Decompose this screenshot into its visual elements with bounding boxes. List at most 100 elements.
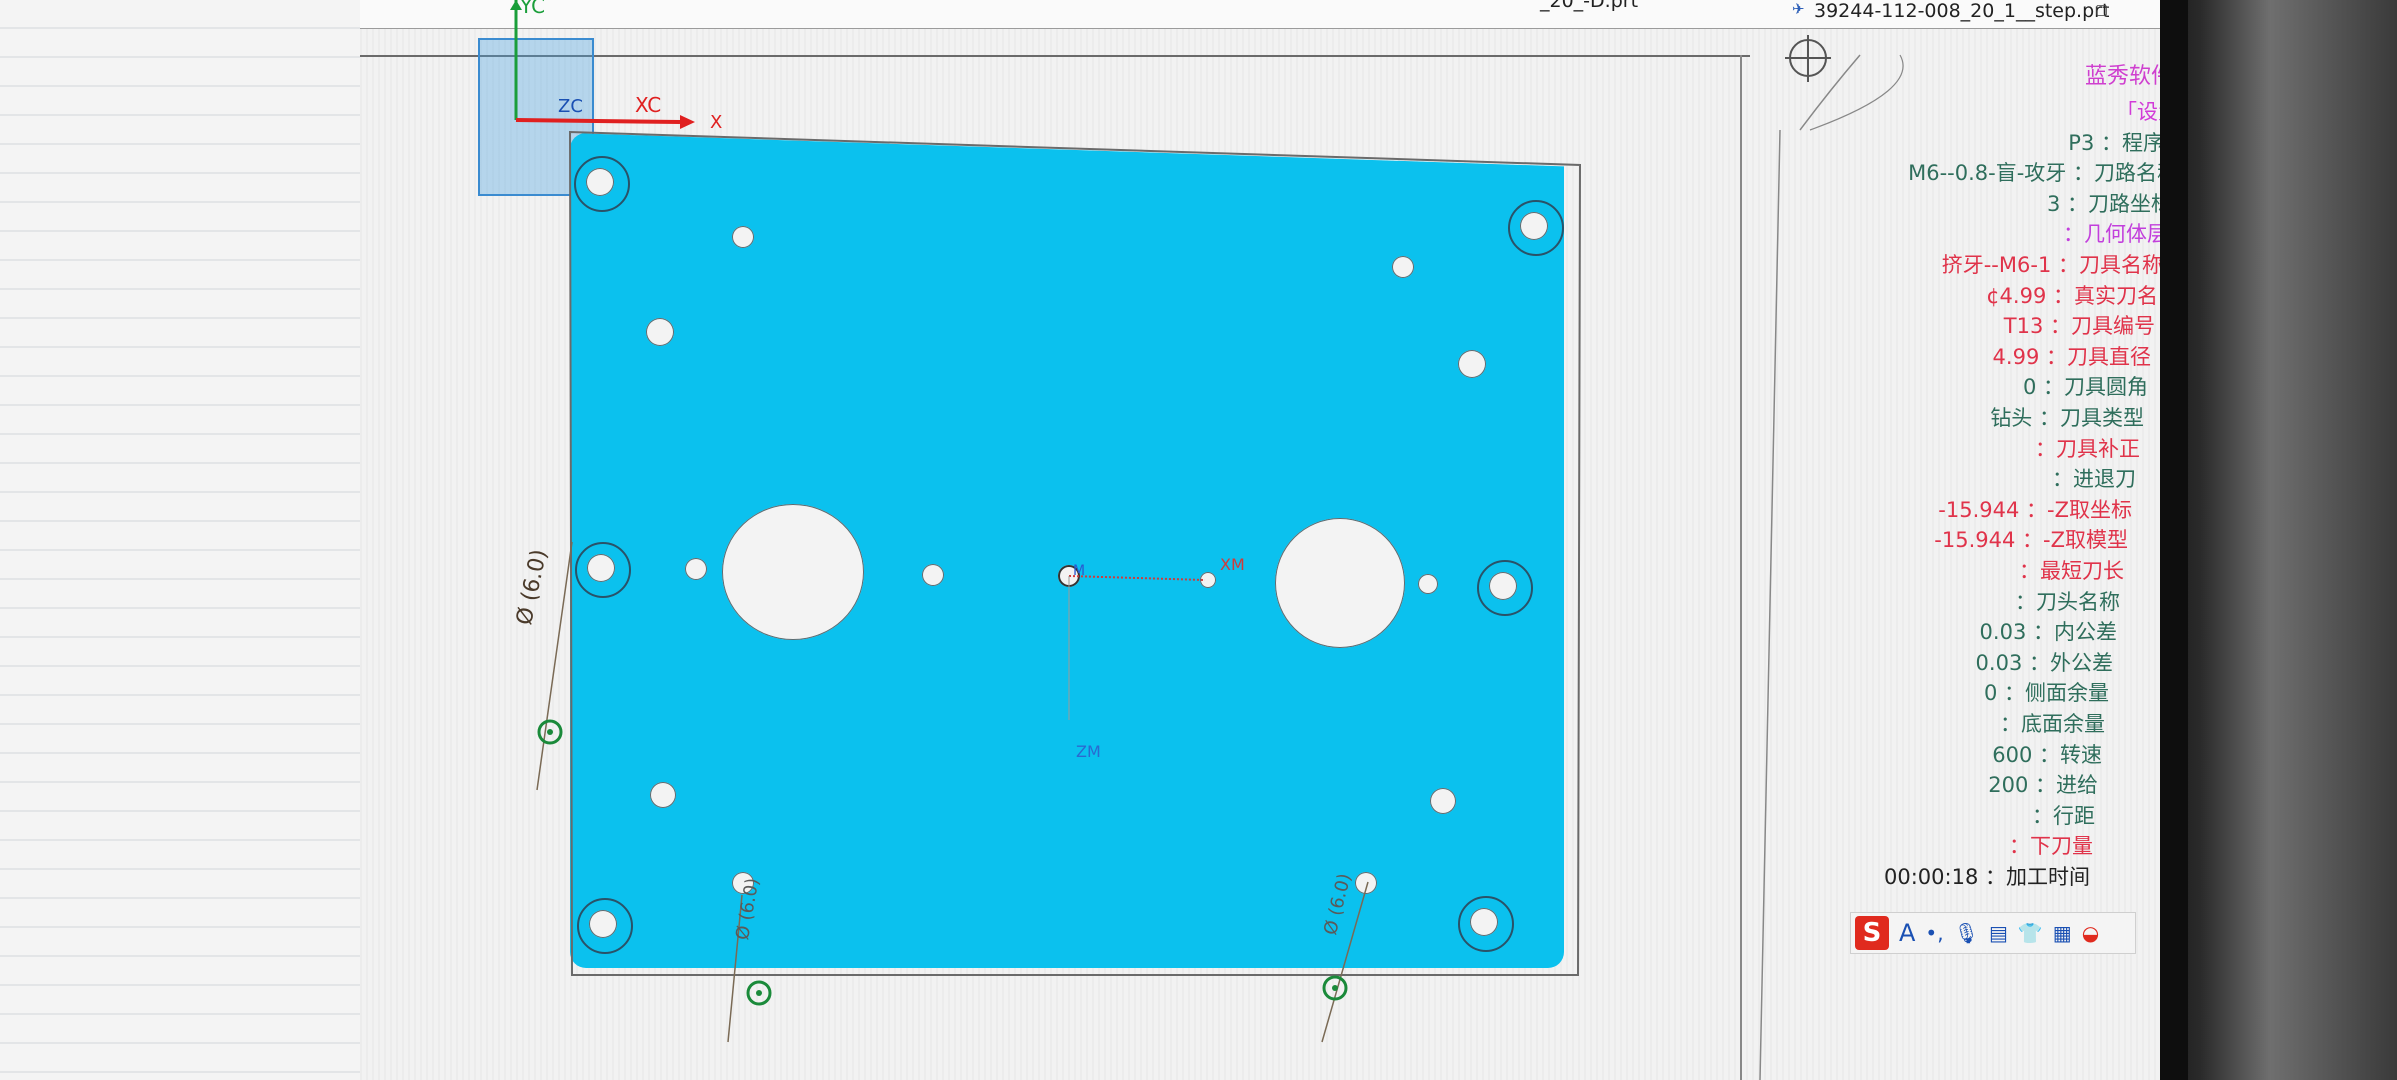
info-separator: ： [2026, 620, 2054, 645]
info-row: 0.03 ：外公差 [1976, 647, 2113, 677]
info-separator: ： [2063, 222, 2084, 247]
info-label: 下刀量 [2030, 834, 2093, 859]
info-separator: ： [2046, 283, 2074, 308]
skin-icon[interactable]: 👕 [2018, 921, 2043, 945]
info-label: 加工时间 [2006, 865, 2090, 889]
info-row: -15.944 ：-Z取模型 [1934, 524, 2128, 554]
info-value: T13 [2003, 314, 2044, 339]
info-row: ¢4.99 ：真实刀名 [1986, 280, 2158, 310]
info-label: 真实刀名 [2074, 283, 2158, 308]
ime-mode[interactable]: A [1899, 919, 1915, 947]
info-separator: ： [1978, 865, 2006, 889]
info-value: 0.03 [1979, 620, 2027, 645]
info-label: 转速 [2060, 742, 2102, 767]
info-row: ：最短刀长 [2019, 555, 2124, 585]
microphone-icon[interactable]: 🎙 [1954, 921, 1979, 945]
info-label: 刀具类型 [2060, 406, 2144, 430]
info-separator: ： [2066, 161, 2094, 186]
info-label: 刀头名称 [2036, 589, 2120, 614]
monitor-bezel [2160, 0, 2397, 1080]
info-separator: ： [2035, 436, 2056, 461]
nx-window: _20_-D.prt ✈ 39244-112-008_20_1__step.pr… [360, 0, 2180, 1080]
info-value: 600 [1992, 742, 2033, 767]
xc-label: XC [635, 93, 662, 117]
info-row: -15.944 ：-Z取坐标 [1938, 494, 2132, 524]
mcs-x-axis [1068, 575, 1206, 581]
info-row: T13 ：刀具编号 [2004, 310, 2155, 340]
info-row: ：刀具补正 [2035, 433, 2140, 463]
info-value: 4.99 [1992, 344, 2040, 369]
info-value: -15.944 [1934, 528, 2016, 553]
info-row: ：进退刀 [2052, 463, 2136, 493]
info-label: 内公差 [2054, 620, 2117, 645]
info-separator: ： [2028, 773, 2056, 798]
info-value: -15.944 [1938, 497, 2020, 522]
info-label: 刀具圆角 [2064, 375, 2148, 400]
info-value: P3 [2068, 130, 2095, 155]
info-label: 行距 [2053, 803, 2095, 828]
info-separator: ： [2032, 742, 2060, 767]
info-separator: ： [2019, 559, 2040, 583]
info-separator: ： [2052, 467, 2073, 492]
info-separator: ： [2000, 712, 2021, 736]
zc-label: ZC [558, 96, 583, 117]
info-separator: ： [2022, 650, 2050, 675]
info-row: M6--0.8-盲-攻牙 ：刀路名称 [1908, 157, 2178, 187]
info-row: 钻头 ：刀具类型 [1990, 402, 2144, 432]
xm-label: XM [1220, 555, 1245, 574]
info-row: 挤牙--M6-1 ：刀具名称 [1942, 249, 2163, 279]
punctuation-icon[interactable]: •, [1925, 921, 1943, 945]
emoji-icon[interactable]: ◒ [2082, 921, 2099, 945]
ime-logo-icon[interactable]: S [1855, 916, 1889, 950]
info-value: 3 [2046, 191, 2061, 216]
info-value: 0.03 [1975, 650, 2023, 675]
info-label: 外公差 [2050, 650, 2113, 675]
info-row: 600 ：转速 [1992, 739, 2102, 769]
desk-paper [0, 0, 380, 1080]
info-value: M6--0.8-盲-攻牙 [1908, 161, 2067, 186]
wcs-x-axis [515, 118, 681, 124]
info-row: ：行距 [2032, 800, 2095, 830]
info-label: 侧面余量 [2025, 681, 2109, 706]
info-row: ：下刀量 [2009, 830, 2093, 860]
info-row: ：几何体层 [2063, 218, 2168, 248]
info-separator: ： [2094, 130, 2122, 155]
info-value: 0 [1983, 681, 1998, 706]
info-separator: ： [2015, 589, 2036, 614]
info-value: 钻头 [1990, 406, 2033, 430]
info-label: 最短刀长 [2040, 559, 2124, 583]
x-label: X [710, 112, 723, 133]
info-label: 进退刀 [2073, 467, 2136, 492]
info-value: ¢4.99 [1986, 283, 2047, 308]
wcs-x-arrow [680, 115, 695, 129]
info-row: 00:00:18 ：加工时间 [1884, 861, 2090, 891]
info-label: 刀具编号 [2071, 314, 2155, 339]
info-row: 3 ：刀路坐标 [2047, 188, 2172, 218]
info-row: 0 ：刀具圆角 [2023, 371, 2148, 401]
info-separator: ： [2039, 344, 2067, 369]
info-separator: ： [2060, 191, 2088, 216]
info-separator: ： [2036, 375, 2064, 400]
info-separator: ： [2015, 528, 2044, 553]
model-origin-label: M [1073, 563, 1086, 579]
info-value: 00:00:18 [1883, 865, 1979, 889]
zm-label: ZM [1076, 742, 1101, 761]
info-label: 底面余量 [2021, 712, 2105, 736]
info-row: 0 ：侧面余量 [1984, 677, 2109, 707]
ime-toolbar[interactable]: S A •, 🎙 ▤ 👕 ▦ ◒ [1850, 912, 2136, 954]
info-label: 刀具补正 [2056, 436, 2140, 461]
info-separator: ： [2032, 406, 2060, 430]
info-separator: ： [2043, 314, 2071, 339]
info-row: 0.03 ：内公差 [1980, 616, 2117, 646]
info-row: 200 ：进给 [1988, 769, 2098, 799]
keyboard-icon[interactable]: ▤ [1989, 921, 2008, 945]
grid-icon[interactable]: ▦ [2053, 921, 2072, 945]
info-label: 进给 [2056, 773, 2098, 798]
info-separator: ： [1997, 681, 2025, 706]
info-row: 4.99 ：刀具直径 [1993, 341, 2151, 371]
info-value: 挤牙--M6-1 [1941, 253, 2052, 277]
stock-outline-line [568, 130, 1582, 976]
info-row: ：刀头名称 [2015, 586, 2120, 616]
info-label: 几何体层 [2084, 222, 2168, 247]
info-label: 刀具名称 [2079, 253, 2163, 277]
